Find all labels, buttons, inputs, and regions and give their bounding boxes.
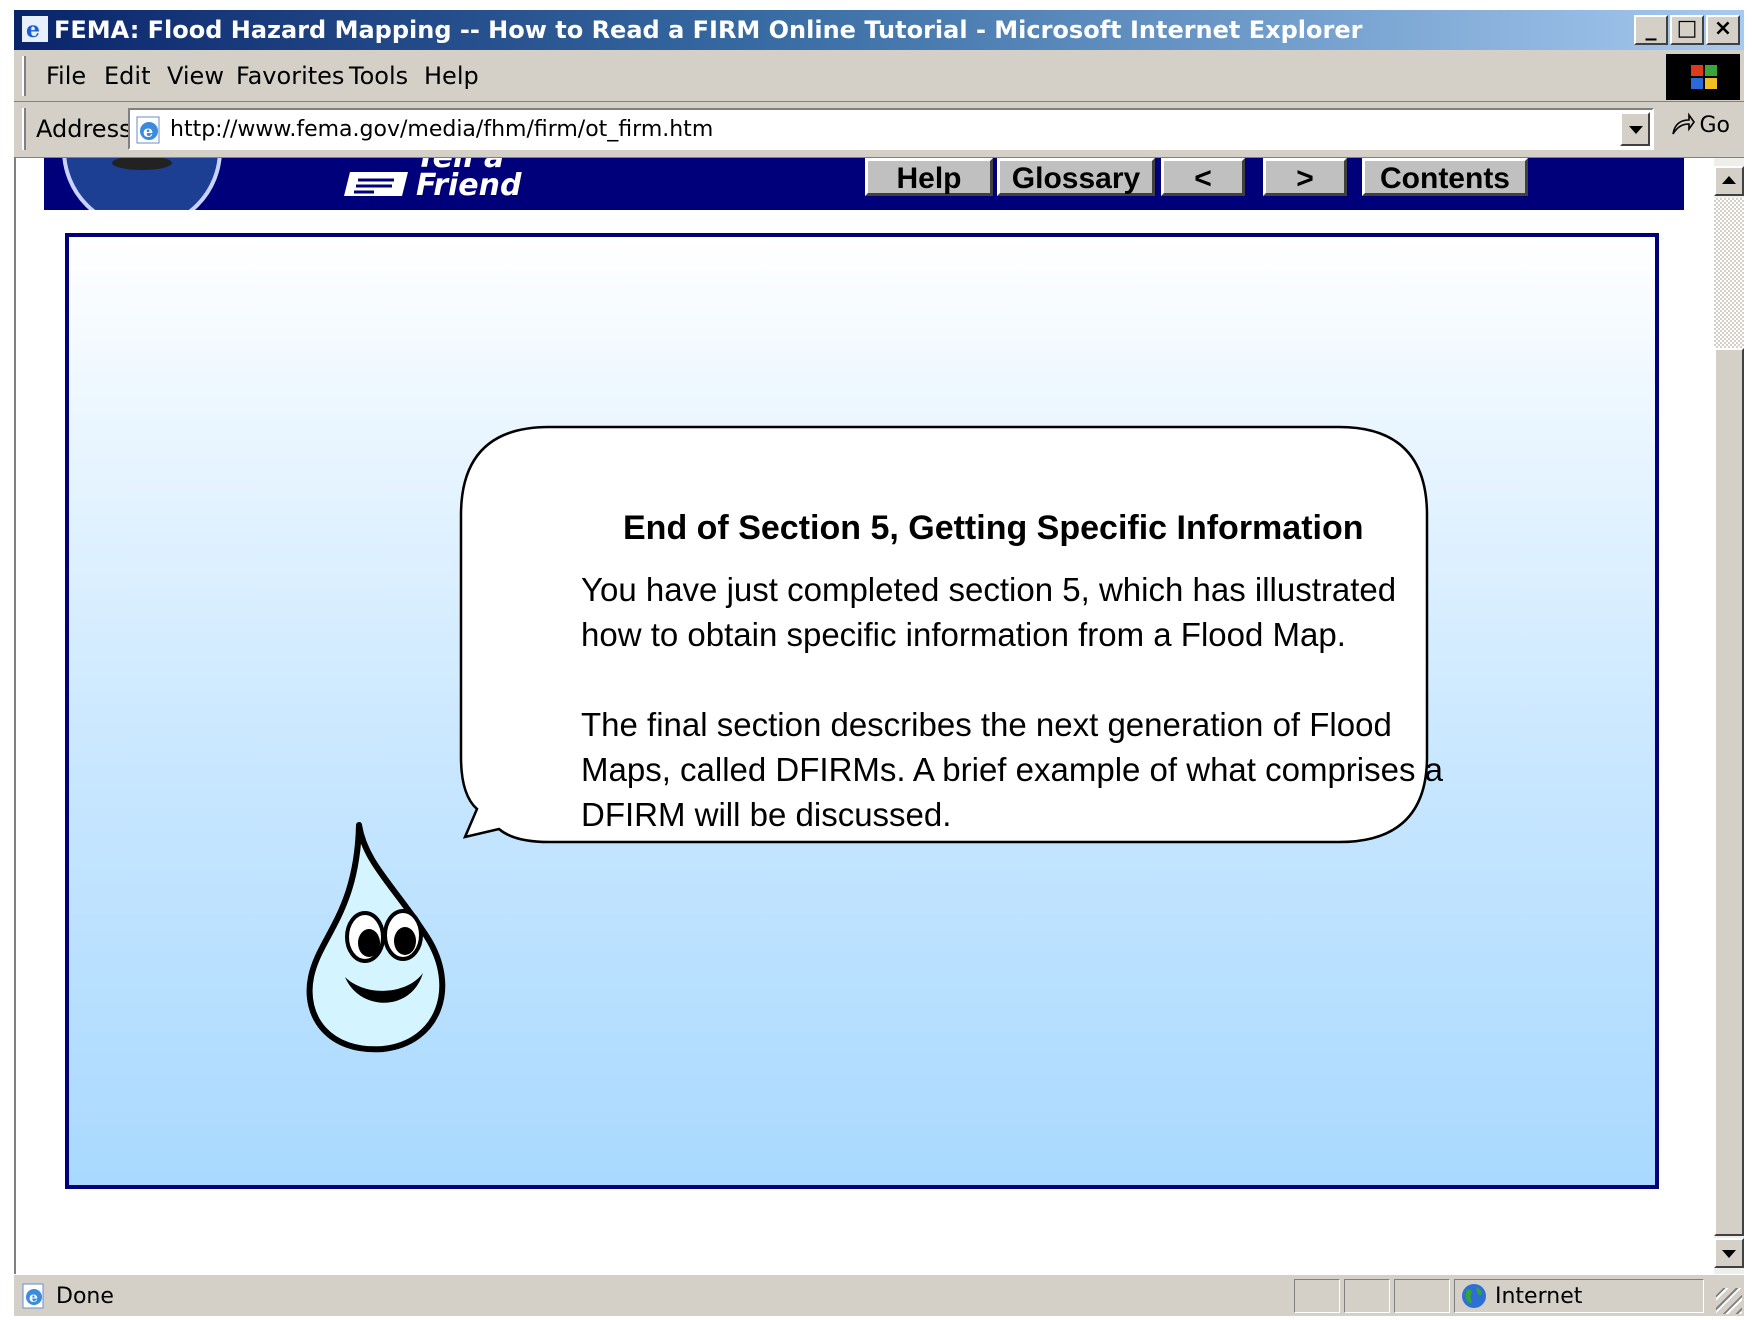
menu-bar: File Edit View Favorites Tools Help bbox=[14, 50, 1744, 102]
glossary-button[interactable]: Glossary bbox=[997, 158, 1155, 196]
tutorial-nav-banner: Tell a Friend Help Glossary < > Contents bbox=[44, 158, 1684, 210]
status-pane bbox=[1294, 1279, 1340, 1313]
go-label: Go bbox=[1699, 112, 1730, 138]
toolbar-grip[interactable] bbox=[22, 108, 26, 150]
bubble-title: End of Section 5, Getting Specific Infor… bbox=[623, 509, 1364, 547]
menu-help[interactable]: Help bbox=[424, 62, 479, 90]
windows-flag-icon bbox=[1691, 65, 1717, 89]
help-button[interactable]: Help bbox=[865, 158, 993, 196]
scroll-up-button[interactable] bbox=[1714, 166, 1744, 196]
address-bar: Address e http://www.fema.gov/media/fhm/… bbox=[14, 102, 1744, 158]
fema-seal-logo bbox=[62, 158, 222, 210]
globe-icon bbox=[1462, 1284, 1486, 1308]
menu-file[interactable]: File bbox=[46, 62, 86, 90]
status-pane bbox=[1344, 1279, 1390, 1313]
window-title: FEMA: Flood Hazard Mapping -- How to Rea… bbox=[54, 16, 1363, 44]
svg-text:e: e bbox=[26, 17, 40, 42]
resize-grip[interactable] bbox=[1716, 1288, 1742, 1314]
minimize-button[interactable]: _ bbox=[1634, 15, 1668, 45]
security-zone[interactable]: Internet bbox=[1454, 1279, 1704, 1313]
zone-label: Internet bbox=[1495, 1284, 1583, 1309]
svg-text:e: e bbox=[143, 122, 153, 141]
toolbar-grip[interactable] bbox=[22, 56, 26, 96]
menu-edit[interactable]: Edit bbox=[104, 62, 150, 90]
status-bar: e Done Internet bbox=[14, 1274, 1744, 1316]
page-viewport: Tell a Friend Help Glossary < > Contents… bbox=[14, 158, 1714, 1274]
windows-throbber bbox=[1666, 54, 1740, 100]
tutorial-panel: End of Section 5, Getting Specific Infor… bbox=[65, 233, 1659, 1189]
scroll-down-button[interactable] bbox=[1714, 1238, 1744, 1268]
bubble-paragraph-2: The final section describes the next gen… bbox=[581, 706, 1443, 833]
maximize-button[interactable]: □ bbox=[1670, 15, 1704, 45]
vertical-scrollbar[interactable] bbox=[1714, 158, 1744, 1274]
menu-tools[interactable]: Tools bbox=[349, 62, 408, 90]
svg-text:e: e bbox=[29, 1290, 38, 1306]
tell-a-friend-icon[interactable] bbox=[344, 166, 412, 200]
previous-button[interactable]: < bbox=[1161, 158, 1245, 196]
menu-view[interactable]: View bbox=[167, 62, 224, 90]
contents-button[interactable]: Contents bbox=[1362, 158, 1528, 196]
address-url: http://www.fema.gov/media/fhm/firm/ot_fi… bbox=[170, 117, 714, 142]
go-arrow-icon bbox=[1672, 112, 1696, 135]
go-button[interactable]: Go bbox=[1669, 112, 1730, 138]
address-dropdown-button[interactable] bbox=[1620, 112, 1650, 146]
tell-a-friend-line2: Friend bbox=[416, 168, 522, 203]
status-pane bbox=[1394, 1279, 1450, 1313]
close-button[interactable]: × bbox=[1706, 15, 1740, 45]
menu-favorites[interactable]: Favorites bbox=[236, 62, 344, 90]
address-label: Address bbox=[36, 115, 132, 143]
next-button[interactable]: > bbox=[1263, 158, 1347, 196]
address-input[interactable]: e http://www.fema.gov/media/fhm/firm/ot_… bbox=[128, 108, 1654, 150]
ie-page-icon: e bbox=[22, 1283, 44, 1309]
bubble-paragraph-1: You have just completed section 5, which… bbox=[581, 571, 1397, 653]
status-text: Done bbox=[56, 1284, 114, 1309]
tell-a-friend-link[interactable]: Tell a Friend bbox=[416, 158, 522, 203]
scroll-thumb[interactable] bbox=[1714, 348, 1744, 1236]
water-drop-mascot bbox=[306, 822, 446, 1053]
window-title-bar[interactable]: e FEMA: Flood Hazard Mapping -- How to R… bbox=[14, 10, 1744, 50]
ie-page-icon: e bbox=[136, 116, 160, 144]
ie-icon: e bbox=[22, 16, 48, 42]
